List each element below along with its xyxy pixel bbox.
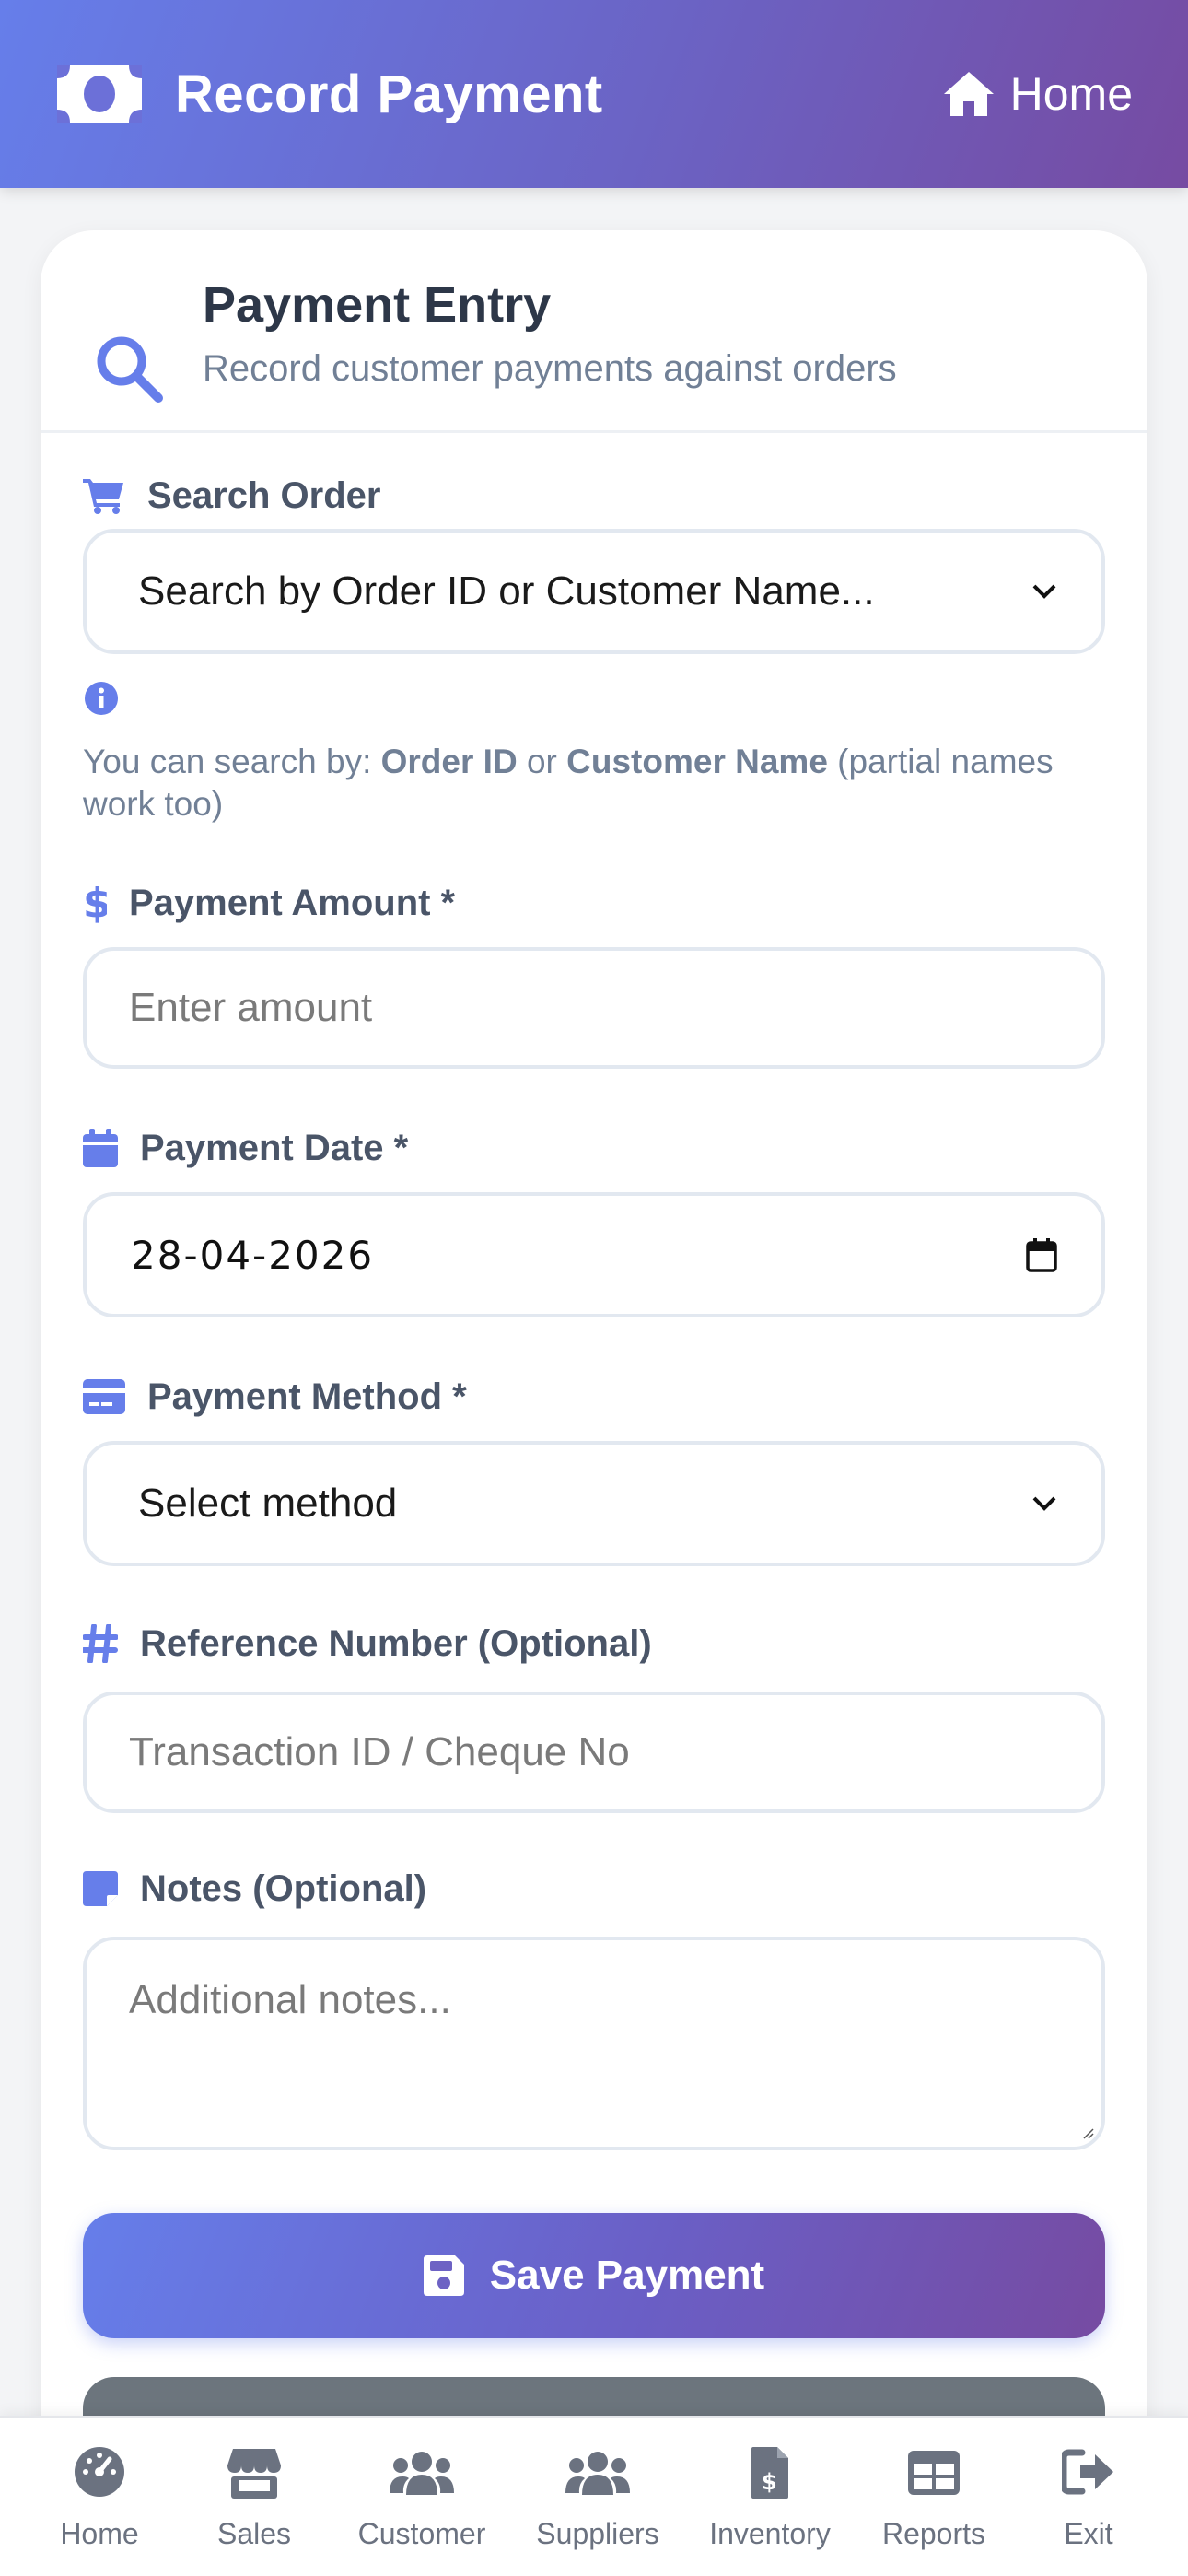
nav-label-exit: Exit <box>1064 2517 1113 2550</box>
chevron-down-icon <box>1032 584 1056 599</box>
nav-label-sales: Sales <box>216 2517 292 2550</box>
page-title: Record Payment <box>175 64 603 124</box>
calendar-icon <box>83 1129 118 1167</box>
card-subtitle: Record customer payments against orders <box>203 348 897 389</box>
save-payment-button[interactable]: Save Payment <box>83 2213 1105 2338</box>
svg-text:$: $ <box>83 882 107 924</box>
nav-label-inventory: Inventory <box>709 2517 831 2550</box>
home-link[interactable]: Home <box>942 67 1133 121</box>
store-icon <box>227 2449 281 2499</box>
sticky-note-icon <box>83 1871 118 1906</box>
search-order-label: Search Order <box>147 474 381 516</box>
nav-label-home: Home <box>60 2517 139 2550</box>
card-header: Payment Entry Record customer payments a… <box>41 230 1147 433</box>
search-icon <box>97 336 163 403</box>
resize-handle-icon[interactable] <box>1081 2126 1094 2139</box>
hashtag-icon <box>83 1624 118 1663</box>
notes-placeholder: Additional notes... <box>129 1977 451 2022</box>
brand: Record Payment <box>55 62 603 126</box>
reference-number-label: Reference Number (Optional) <box>140 1622 652 1664</box>
credit-card-icon <box>83 1379 125 1414</box>
save-icon <box>423 2255 464 2296</box>
payment-amount-label: Payment Amount * <box>129 882 456 923</box>
home-icon <box>943 72 994 116</box>
chevron-down-icon <box>1032 1496 1056 1511</box>
nav-item-sales[interactable]: Sales <box>199 2418 309 2576</box>
payment-amount-field: $ Payment Amount * Enter amount <box>83 875 1105 1069</box>
payment-amount-input[interactable]: Enter amount <box>83 947 1105 1069</box>
nav-label-suppliers: Suppliers <box>536 2517 659 2550</box>
home-link-label: Home <box>1009 68 1133 120</box>
hint-customer-name: Customer Name <box>566 743 828 780</box>
nav-item-customer[interactable]: Customer <box>354 2418 490 2576</box>
table-icon <box>908 2451 960 2495</box>
sign-out-icon <box>1062 2449 1113 2495</box>
nav-item-reports[interactable]: Reports <box>875 2418 993 2576</box>
tachometer-icon <box>75 2447 124 2497</box>
nav-item-home[interactable]: Home <box>44 2418 155 2576</box>
nav-item-suppliers[interactable]: Suppliers <box>529 2418 667 2576</box>
reference-number-input[interactable]: Transaction ID / Cheque No <box>83 1692 1105 1813</box>
payment-entry-card: Payment Entry Record customer payments a… <box>41 230 1147 2576</box>
payment-method-label: Payment Method * <box>147 1376 467 1417</box>
users-icon <box>390 2452 454 2495</box>
notes-textarea[interactable]: Additional notes... <box>83 1937 1105 2150</box>
hint-middle: or <box>517 743 567 780</box>
payment-amount-label-row: $ Payment Amount * <box>83 875 1105 931</box>
payment-amount-placeholder: Enter amount <box>129 985 373 1030</box>
notes-label: Notes (Optional) <box>140 1868 427 1909</box>
payment-date-value: 28-04-2026 <box>131 1232 375 1278</box>
info-circle-icon <box>85 682 118 715</box>
notes-field: Notes (Optional) Additional notes... <box>83 1861 1105 2150</box>
date-picker-icon[interactable] <box>1026 1237 1057 1272</box>
reference-number-placeholder: Transaction ID / Cheque No <box>129 1729 630 1774</box>
reference-number-field: Reference Number (Optional) Transaction … <box>83 1616 1105 1813</box>
payment-date-label: Payment Date * <box>140 1127 409 1168</box>
reference-number-label-row: Reference Number (Optional) <box>83 1616 1105 1671</box>
payment-date-input[interactable]: 28-04-2026 <box>83 1192 1105 1317</box>
search-order-label-row: Search Order <box>83 468 1105 523</box>
card-title: Payment Entry <box>203 277 552 333</box>
order-search-select[interactable]: Search by Order ID or Customer Name... <box>83 529 1105 654</box>
money-bill-icon <box>57 65 142 123</box>
search-hint: You can search by: Order ID or Customer … <box>83 741 1114 825</box>
notes-label-row: Notes (Optional) <box>83 1861 1105 1916</box>
nav-label-customer: Customer <box>357 2517 486 2550</box>
nav-item-inventory[interactable]: $ Inventory <box>704 2418 836 2576</box>
payment-date-field: Payment Date * 28-04-2026 <box>83 1120 1105 1317</box>
users-icon <box>565 2452 630 2495</box>
order-search-selected: Search by Order ID or Customer Name... <box>138 568 875 614</box>
hint-order-id: Order ID <box>380 743 518 780</box>
cart-icon <box>83 479 123 514</box>
dollar-icon: $ <box>83 882 107 924</box>
invoice-dollar-icon: $ <box>751 2447 788 2499</box>
payment-method-field: Payment Method * Select method <box>83 1369 1105 1566</box>
search-order-field: Search Order Search by Order ID or Custo… <box>83 468 1105 654</box>
svg-text:$: $ <box>762 2469 777 2495</box>
save-payment-label: Save Payment <box>489 2253 765 2298</box>
nav-item-exit[interactable]: Exit <box>1037 2418 1140 2576</box>
payment-date-label-row: Payment Date * <box>83 1120 1105 1176</box>
payment-method-label-row: Payment Method * <box>83 1369 1105 1424</box>
bottom-nav: Home Sales Customer Suppliers $ Inventor… <box>0 2416 1188 2576</box>
hint-prefix: You can search by: <box>83 743 381 780</box>
app-header: Record Payment Home <box>0 0 1188 188</box>
nav-label-reports: Reports <box>881 2517 986 2550</box>
payment-method-select[interactable]: Select method <box>83 1441 1105 1566</box>
payment-method-selected: Select method <box>138 1481 398 1526</box>
